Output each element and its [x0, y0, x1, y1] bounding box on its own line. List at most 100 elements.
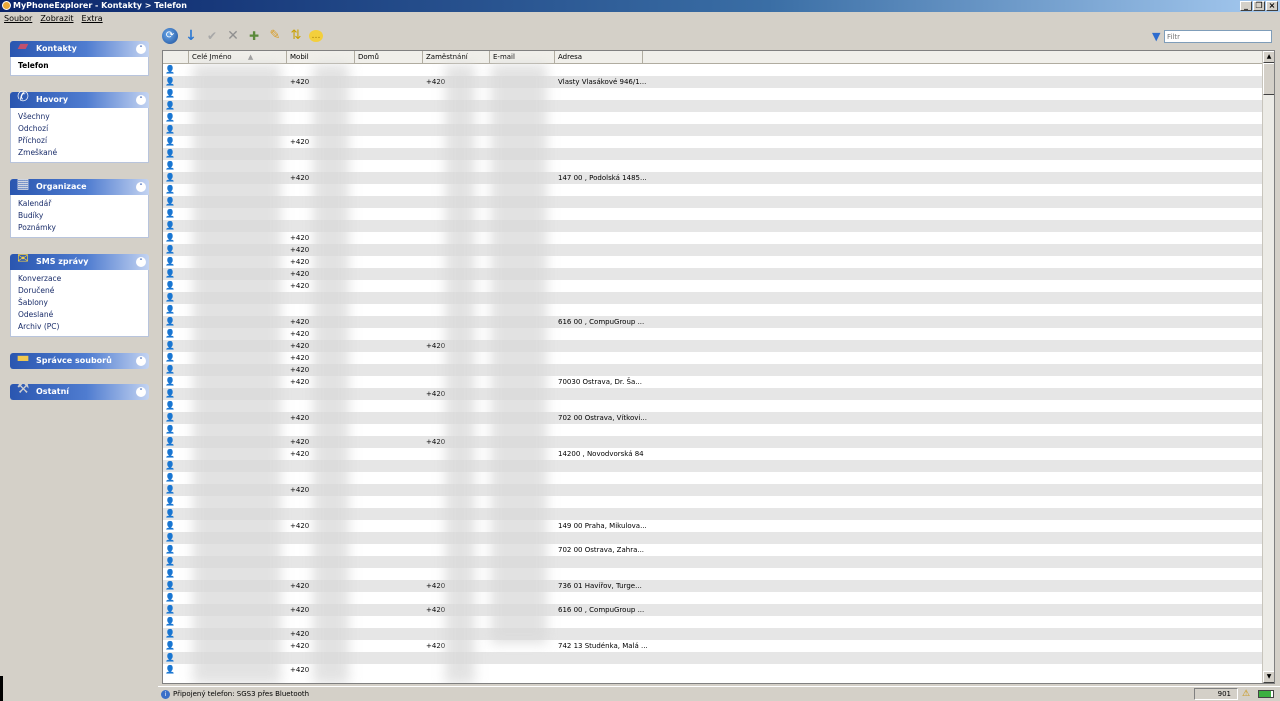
check-icon[interactable]: ✔	[204, 28, 220, 44]
column-header-email[interactable]: E-mail	[490, 51, 555, 64]
sync-icon[interactable]: ⇅	[288, 28, 304, 44]
maximize-button[interactable]: ❐	[1253, 1, 1265, 11]
filter-input[interactable]	[1164, 30, 1272, 43]
sidebar-item-kalendar[interactable]: Kalendář	[18, 198, 148, 210]
chevron-up-icon[interactable]: ˄	[136, 182, 146, 192]
title-bar: MyPhoneExplorer - Kontakty > Telefon _ ❐…	[0, 0, 1280, 12]
cell-domu	[355, 508, 423, 520]
contact-person-icon: 👤	[165, 665, 175, 674]
sidebar-item-poznamky[interactable]: Poznámky	[18, 222, 148, 234]
download-icon[interactable]: ↓	[183, 28, 199, 44]
sidebar-item-budiky[interactable]: Budíky	[18, 210, 148, 222]
group-header-hovory[interactable]: ✆ Hovory ˄	[10, 89, 149, 108]
column-header-cele-jmeno[interactable]: Celé Jméno ▲	[189, 51, 287, 64]
sidebar-item-vsechny[interactable]: Všechny	[18, 111, 148, 123]
group-header-kontakty[interactable]: ▰ Kontakty ˄	[10, 38, 149, 57]
contact-person-icon: 👤	[165, 365, 175, 374]
cell-adresa	[555, 88, 1261, 100]
contacts-grid: Celé Jméno ▲ Mobil Domů Zaměstnání E-mai…	[162, 50, 1275, 684]
cell-domu	[355, 448, 423, 460]
cell-adresa	[555, 592, 1261, 604]
sidebar-item-zmeskane[interactable]: Zmeškané	[18, 147, 148, 159]
cell-adresa	[555, 484, 1261, 496]
column-header-adresa[interactable]: Adresa	[555, 51, 643, 64]
cell-domu	[355, 256, 423, 268]
cell-domu	[355, 304, 423, 316]
sidebar-item-telefon[interactable]: Telefon	[18, 60, 148, 72]
cell-adresa	[555, 352, 1261, 364]
chevron-down-icon[interactable]: ˅	[136, 387, 146, 397]
scroll-down-icon[interactable]: ▼	[1263, 671, 1274, 683]
cell-domu	[355, 664, 423, 676]
cell-adresa	[555, 304, 1261, 316]
cell-domu	[355, 376, 423, 388]
sidebar-item-odchozi[interactable]: Odchozí	[18, 123, 148, 135]
cell-domu	[355, 424, 423, 436]
cell-adresa	[555, 652, 1261, 664]
contact-person-icon: 👤	[165, 341, 175, 350]
contact-person-icon: 👤	[165, 281, 175, 290]
cell-domu	[355, 292, 423, 304]
cell-adresa	[555, 628, 1261, 640]
cell-domu	[355, 316, 423, 328]
cell-adresa	[555, 208, 1261, 220]
cell-domu	[355, 208, 423, 220]
contact-count: 901	[1194, 688, 1238, 700]
cell-adresa	[555, 616, 1261, 628]
window-edge	[0, 676, 3, 701]
column-header-mobil[interactable]: Mobil	[287, 51, 355, 64]
cell-adresa	[555, 424, 1261, 436]
vertical-scrollbar[interactable]: ▲ ▼	[1262, 51, 1274, 683]
add-contact-icon[interactable]: ✚	[246, 28, 262, 44]
contacts-book-icon: ▰	[17, 38, 29, 54]
contact-person-icon: 👤	[165, 293, 175, 302]
cell-domu	[355, 556, 423, 568]
chevron-up-icon[interactable]: ˄	[136, 95, 146, 105]
chevron-up-icon[interactable]: ˄	[136, 44, 146, 54]
cell-domu	[355, 532, 423, 544]
contact-person-icon: 👤	[165, 209, 175, 218]
menu-soubor[interactable]: Soubor	[4, 12, 32, 25]
menu-extra[interactable]: Extra	[82, 12, 103, 25]
column-header-domu[interactable]: Domů	[355, 51, 423, 64]
cell-adresa	[555, 268, 1261, 280]
refresh-icon[interactable]: ⟳	[162, 28, 178, 44]
cell-adresa	[555, 388, 1261, 400]
sidebar-item-sablony[interactable]: Šablony	[18, 297, 148, 309]
scroll-up-icon[interactable]: ▲	[1263, 51, 1274, 63]
sidebar-item-konverzace[interactable]: Konverzace	[18, 273, 148, 285]
group-header-ostatni[interactable]: ⚒ Ostatní ˅	[10, 381, 149, 400]
minimize-button[interactable]: _	[1240, 1, 1252, 11]
group-hovory: ✆ Hovory ˄ Všechny Odchozí Příchozí Zmeš…	[10, 89, 149, 163]
menu-zobrazit[interactable]: Zobrazit	[40, 12, 73, 25]
cell-adresa: 742 13 Studénka, Malá ...	[558, 642, 648, 650]
close-button[interactable]: ×	[1266, 1, 1278, 11]
scroll-thumb[interactable]	[1263, 63, 1274, 95]
delete-icon[interactable]: ✕	[225, 28, 241, 44]
contact-person-icon: 👤	[165, 197, 175, 206]
column-header-zamestnani[interactable]: Zaměstnání	[423, 51, 490, 64]
cell-adresa	[555, 280, 1261, 292]
organizer-icon: ▦	[16, 176, 30, 192]
group-header-sms[interactable]: ✉ SMS zprávy ˄	[10, 251, 149, 270]
cell-adresa	[555, 292, 1261, 304]
sidebar-item-prichozi[interactable]: Příchozí	[18, 135, 148, 147]
contact-person-icon: 👤	[165, 113, 175, 122]
message-icon[interactable]: …	[309, 30, 323, 42]
contact-person-icon: 👤	[165, 449, 175, 458]
edit-icon[interactable]: ✎	[267, 28, 283, 44]
sidebar-item-dorucene[interactable]: Doručené	[18, 285, 148, 297]
cell-domu	[355, 124, 423, 136]
redaction-blur	[491, 64, 547, 644]
group-kontakty: ▰ Kontakty ˄ Telefon	[10, 38, 149, 76]
group-header-organizace[interactable]: ▦ Organizace ˄	[10, 176, 149, 195]
contact-person-icon: 👤	[165, 521, 175, 530]
contact-person-icon: 👤	[165, 269, 175, 278]
group-header-spravce-souboru[interactable]: ▬ Správce souborů ˅	[10, 350, 149, 369]
sidebar-item-odeslane[interactable]: Odeslané	[18, 309, 148, 321]
chevron-down-icon[interactable]: ˅	[136, 356, 146, 366]
contact-person-icon: 👤	[165, 329, 175, 338]
cell-adresa: 149 00 Praha, Mikulova...	[558, 522, 647, 530]
sidebar-item-archiv[interactable]: Archiv (PC)	[18, 321, 148, 333]
chevron-up-icon[interactable]: ˄	[136, 257, 146, 267]
